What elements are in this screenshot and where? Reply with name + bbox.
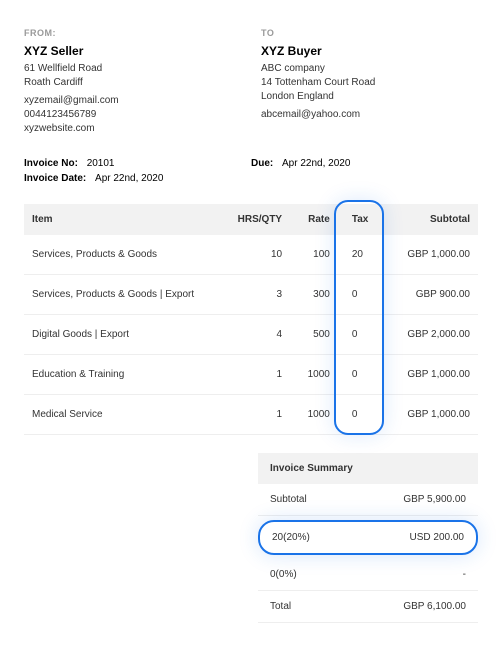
- item-qty: 10: [215, 235, 290, 275]
- item-qty: 1: [215, 395, 290, 435]
- item-tax: 0: [338, 355, 380, 395]
- buyer-name: XYZ Buyer: [261, 44, 478, 58]
- table-header-row: Item HRS/QTY Rate Tax Subtotal: [24, 204, 478, 235]
- seller-email: xyzemail@gmail.com: [24, 94, 241, 108]
- line-items-table: Item HRS/QTY Rate Tax Subtotal Services,…: [24, 204, 478, 435]
- summary-tax0-value: -: [463, 569, 466, 580]
- table-row: Medical Service110000GBP 1,000.00: [24, 395, 478, 435]
- item-name: Services, Products & Goods: [24, 235, 215, 275]
- summary-tax20-row: 20(20%) USD 200.00: [258, 520, 478, 555]
- to-label: TO: [261, 28, 478, 38]
- summary-tax20-label: 20(20%): [272, 532, 310, 543]
- from-label: FROM:: [24, 28, 241, 38]
- summary-total-value: GBP 6,100.00: [403, 601, 466, 612]
- summary-tax0-label: 0(0%): [270, 569, 297, 580]
- summary-total-row: Total GBP 6,100.00: [258, 591, 478, 623]
- to-block: TO XYZ Buyer ABC company 14 Tottenham Co…: [261, 28, 478, 136]
- col-item: Item: [24, 204, 215, 235]
- seller-web: xyzwebsite.com: [24, 122, 241, 136]
- item-subtotal: GBP 2,000.00: [380, 315, 478, 355]
- invoice-meta: Invoice No: 20101 Invoice Date: Apr 22nd…: [24, 156, 478, 186]
- summary-title: Invoice Summary: [258, 453, 478, 484]
- col-subtotal: Subtotal: [380, 204, 478, 235]
- summary-subtotal-value: GBP 5,900.00: [403, 494, 466, 505]
- summary-tax20-value: USD 200.00: [410, 532, 464, 543]
- buyer-addr1: 14 Tottenham Court Road: [261, 76, 478, 90]
- col-rate: Rate: [290, 204, 338, 235]
- invoice-no: 20101: [87, 156, 115, 171]
- item-tax: 0: [338, 275, 380, 315]
- item-rate: 1000: [290, 395, 338, 435]
- item-rate: 300: [290, 275, 338, 315]
- item-rate: 1000: [290, 355, 338, 395]
- due-date: Apr 22nd, 2020: [282, 156, 350, 171]
- buyer-email: abcemail@yahoo.com: [261, 108, 478, 122]
- due-label: Due:: [251, 156, 273, 171]
- table-row: Digital Goods | Export45000GBP 2,000.00: [24, 315, 478, 355]
- item-tax: 0: [338, 395, 380, 435]
- summary-subtotal-row: Subtotal GBP 5,900.00: [258, 484, 478, 516]
- item-qty: 3: [215, 275, 290, 315]
- seller-addr1: 61 Wellfield Road: [24, 62, 241, 76]
- col-qty: HRS/QTY: [215, 204, 290, 235]
- invoice-summary: Invoice Summary Subtotal GBP 5,900.00 20…: [258, 453, 478, 623]
- summary-tax0-row: 0(0%) -: [258, 559, 478, 591]
- table-row: Services, Products & Goods | Export33000…: [24, 275, 478, 315]
- item-qty: 4: [215, 315, 290, 355]
- item-subtotal: GBP 1,000.00: [380, 355, 478, 395]
- summary-total-label: Total: [270, 601, 291, 612]
- buyer-addr2: London England: [261, 90, 478, 104]
- item-name: Digital Goods | Export: [24, 315, 215, 355]
- item-qty: 1: [215, 355, 290, 395]
- item-subtotal: GBP 1,000.00: [380, 235, 478, 275]
- item-subtotal: GBP 900.00: [380, 275, 478, 315]
- item-name: Medical Service: [24, 395, 215, 435]
- invoice-no-label: Invoice No:: [24, 156, 78, 171]
- col-tax: Tax: [338, 204, 380, 235]
- item-rate: 100: [290, 235, 338, 275]
- buyer-company: ABC company: [261, 62, 478, 76]
- invoice-date: Apr 22nd, 2020: [95, 171, 163, 186]
- table-row: Services, Products & Goods1010020GBP 1,0…: [24, 235, 478, 275]
- seller-name: XYZ Seller: [24, 44, 241, 58]
- item-rate: 500: [290, 315, 338, 355]
- from-block: FROM: XYZ Seller 61 Wellfield Road Roath…: [24, 28, 241, 136]
- summary-subtotal-label: Subtotal: [270, 494, 307, 505]
- seller-phone: 0044123456789: [24, 108, 241, 122]
- table-row: Education & Training110000GBP 1,000.00: [24, 355, 478, 395]
- invoice-date-label: Invoice Date:: [24, 171, 86, 186]
- item-tax: 20: [338, 235, 380, 275]
- item-subtotal: GBP 1,000.00: [380, 395, 478, 435]
- item-name: Education & Training: [24, 355, 215, 395]
- item-tax: 0: [338, 315, 380, 355]
- item-name: Services, Products & Goods | Export: [24, 275, 215, 315]
- seller-addr2: Roath Cardiff: [24, 76, 241, 90]
- header: FROM: XYZ Seller 61 Wellfield Road Roath…: [24, 28, 478, 136]
